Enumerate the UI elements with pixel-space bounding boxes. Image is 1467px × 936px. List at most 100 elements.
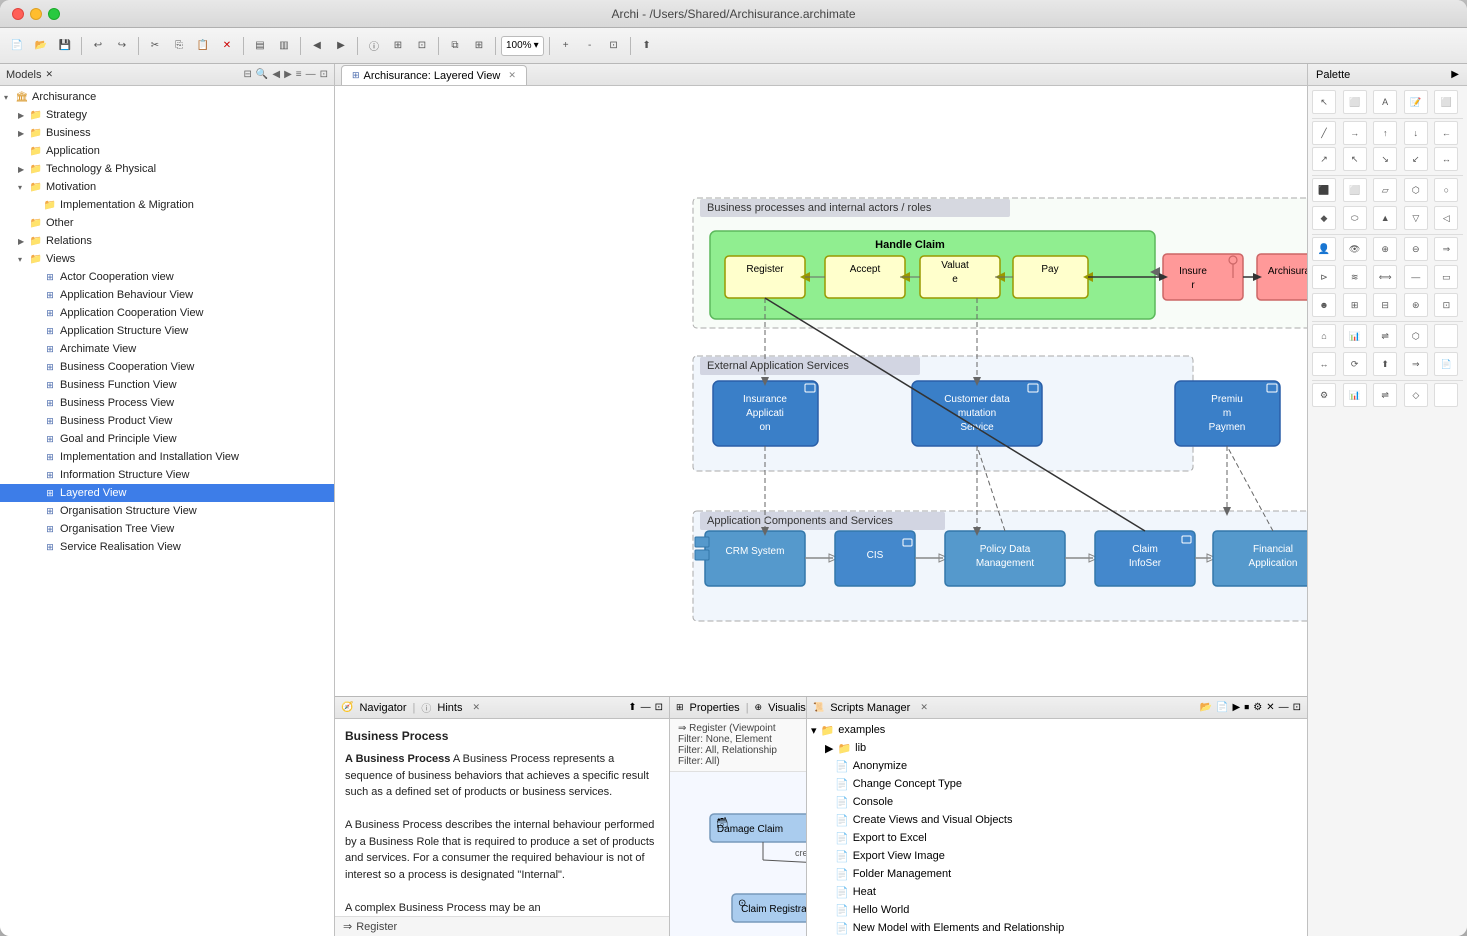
diamond-tool[interactable]: ◆ xyxy=(1312,206,1336,230)
arrow2-tool[interactable]: ⇌ xyxy=(1373,324,1397,348)
close-button[interactable] xyxy=(12,8,24,20)
horiz-tool[interactable]: ⟺ xyxy=(1373,265,1397,289)
zoom-control[interactable]: 100% ▾ xyxy=(501,36,544,56)
hints-close[interactable]: ✕ xyxy=(472,702,480,713)
tree-item-relations[interactable]: ▶ 📁 Relations xyxy=(0,232,334,250)
wave-tool[interactable]: ≋ xyxy=(1343,265,1367,289)
scripts-run-btn[interactable]: ▶ xyxy=(1233,702,1241,713)
undo-btn[interactable]: ↩ xyxy=(87,35,109,57)
distribute-btn[interactable]: ▥ xyxy=(273,35,295,57)
fit-btn[interactable]: ⊡ xyxy=(603,35,625,57)
palette-expand-btn[interactable]: ▶ xyxy=(1451,69,1459,80)
properties-label[interactable]: Properties xyxy=(690,702,740,714)
tree-item-other[interactable]: 📁 Other xyxy=(0,214,334,232)
script-hello-world[interactable]: 📄 Hello World xyxy=(807,901,1307,919)
scripts-folder-btn[interactable]: 📂 xyxy=(1200,702,1212,713)
tree-item-biz-prod[interactable]: ⊞ Business Product View xyxy=(0,412,334,430)
save-btn[interactable]: 💾 xyxy=(54,35,76,57)
line-tool[interactable]: ╱ xyxy=(1312,121,1336,145)
arrow3-tool[interactable]: ↔ xyxy=(1312,352,1336,376)
visualiser-label[interactable]: Visualiser xyxy=(768,702,807,714)
script-export-excel[interactable]: 📄 Export to Excel xyxy=(807,829,1307,847)
scripts-settings-btn[interactable]: ⚙ xyxy=(1253,702,1262,713)
new-btn[interactable]: 📄 xyxy=(6,35,28,57)
export-btn[interactable]: ⬆ xyxy=(636,35,658,57)
scripts-file-btn[interactable]: 📄 xyxy=(1216,702,1228,713)
models-close-icon[interactable]: ✕ xyxy=(45,69,53,80)
layout-btn[interactable]: ⊞ xyxy=(468,35,490,57)
cut-btn[interactable]: ✂ xyxy=(144,35,166,57)
tree-item-org-tree[interactable]: ⊞ Organisation Tree View xyxy=(0,520,334,538)
props-canvas[interactable]: ⇒ Accept 🗃 Damage Claim ⊙ Damage Occured xyxy=(670,772,806,936)
tree-item-strategy[interactable]: ▶ 📁 Strategy xyxy=(0,106,334,124)
scripts-folder-examples[interactable]: ▾ 📁 examples xyxy=(807,721,1307,739)
tree-item-app-coop[interactable]: ⊞ Application Cooperation View xyxy=(0,304,334,322)
tree-item-service-real[interactable]: ⊞ Service Realisation View xyxy=(0,538,334,556)
script-change-concept[interactable]: 📄 Change Concept Type xyxy=(807,775,1307,793)
note-tool[interactable]: 📝 xyxy=(1404,90,1428,114)
marquee-tool[interactable]: ⬜ xyxy=(1343,90,1367,114)
hints-label[interactable]: Hints xyxy=(437,702,462,714)
arrow-tool[interactable]: → xyxy=(1343,121,1367,145)
bar-tool[interactable]: 📊 xyxy=(1343,383,1367,407)
rect-tool[interactable]: ⬛ xyxy=(1312,178,1336,202)
tri-left-tool[interactable]: ◁ xyxy=(1434,206,1458,230)
script-folder-mgmt[interactable]: 📄 Folder Management xyxy=(807,865,1307,883)
empty-tool[interactable] xyxy=(1434,324,1458,348)
nav-max-btn[interactable]: ⊡ xyxy=(655,702,663,713)
tree-item-archimate[interactable]: ⊞ Archimate View xyxy=(0,340,334,358)
person-tool[interactable]: 👤 xyxy=(1312,237,1336,261)
arrow-down-tool[interactable]: ↓ xyxy=(1404,121,1428,145)
tree-item-goal[interactable]: ⊞ Goal and Principle View xyxy=(0,430,334,448)
collapse-all-btn[interactable]: ⊟ xyxy=(244,69,252,80)
arrow-sw-tool[interactable]: ↙ xyxy=(1404,147,1428,171)
tree-item-impl-install[interactable]: ⊞ Implementation and Installation View xyxy=(0,448,334,466)
up-tool[interactable]: ⬆ xyxy=(1373,352,1397,376)
paste-btn[interactable]: 📋 xyxy=(192,35,214,57)
zoom-dropdown-icon[interactable]: ▾ xyxy=(534,40,539,51)
tree-item-biz-coop[interactable]: ⊞ Business Cooperation View xyxy=(0,358,334,376)
file-tool[interactable]: 📄 xyxy=(1434,352,1458,376)
hex-tool[interactable]: ⬡ xyxy=(1404,178,1428,202)
horiz2-tool[interactable]: — xyxy=(1404,265,1428,289)
tree-item-app-struct[interactable]: ⊞ Application Structure View xyxy=(0,322,334,340)
script-console[interactable]: 📄 Console xyxy=(807,793,1307,811)
hexagon-tool[interactable]: ⬡ xyxy=(1404,324,1428,348)
cycle-tool[interactable]: ⟳ xyxy=(1343,352,1367,376)
group-tool[interactable]: ⬜ xyxy=(1434,90,1458,114)
tree-item-info-struct[interactable]: ⊞ Information Structure View xyxy=(0,466,334,484)
house-tool[interactable]: ⌂ xyxy=(1312,324,1336,348)
tree-item-org-struct[interactable]: ⊞ Organisation Structure View xyxy=(0,502,334,520)
empty2-tool[interactable] xyxy=(1434,383,1458,407)
maximize-button[interactable] xyxy=(48,8,60,20)
circles-tool[interactable]: ⊕ xyxy=(1373,237,1397,261)
scripts-minus-btn[interactable]: — xyxy=(1279,702,1289,713)
tab-layered-view[interactable]: ⊞ Archisurance: Layered View ✕ xyxy=(341,65,527,85)
back-nav-btn[interactable]: ◀ xyxy=(272,69,280,80)
scripts-folder-lib[interactable]: ▶ 📁 lib xyxy=(807,739,1307,757)
tree-item-biz-func[interactable]: ⊞ Business Function View xyxy=(0,376,334,394)
person2-tool[interactable]: ☻ xyxy=(1312,293,1336,317)
minimize-button[interactable] xyxy=(30,8,42,20)
dash-tool[interactable]: ⊡ xyxy=(1434,293,1458,317)
arrow-ne-tool[interactable]: ↗ xyxy=(1312,147,1336,171)
oval-tool[interactable]: ⬭ xyxy=(1343,206,1367,230)
rect-outline-tool[interactable]: ⬜ xyxy=(1343,178,1367,202)
layer-btn[interactable]: ⧉ xyxy=(444,35,466,57)
tree-item-actor-coop[interactable]: ⊞ Actor Cooperation view xyxy=(0,268,334,286)
zoom-in-btn[interactable]: + xyxy=(555,35,577,57)
tree-item-archisurance[interactable]: ▾ 🏛 Archisurance xyxy=(0,88,334,106)
chart-tool[interactable]: 📊 xyxy=(1343,324,1367,348)
zoom-out-btn[interactable]: - xyxy=(579,35,601,57)
delete-btn[interactable]: ✕ xyxy=(216,35,238,57)
redo-btn[interactable]: ↪ xyxy=(111,35,133,57)
arrow-se-tool[interactable]: ↘ xyxy=(1373,147,1397,171)
panel-min-btn[interactable]: — xyxy=(306,69,316,80)
tree-item-business[interactable]: ▶ 📁 Business xyxy=(0,124,334,142)
script-export-image[interactable]: 📄 Export View Image xyxy=(807,847,1307,865)
right2-tool[interactable]: ⇒ xyxy=(1404,352,1428,376)
scripts-max-btn[interactable]: ⊡ xyxy=(1293,702,1301,713)
arrow-up-tool[interactable]: ↑ xyxy=(1373,121,1397,145)
arrow-r-tool[interactable]: ⇒ xyxy=(1434,237,1458,261)
scripts-stop-btn[interactable]: ⏹ xyxy=(1244,702,1249,713)
